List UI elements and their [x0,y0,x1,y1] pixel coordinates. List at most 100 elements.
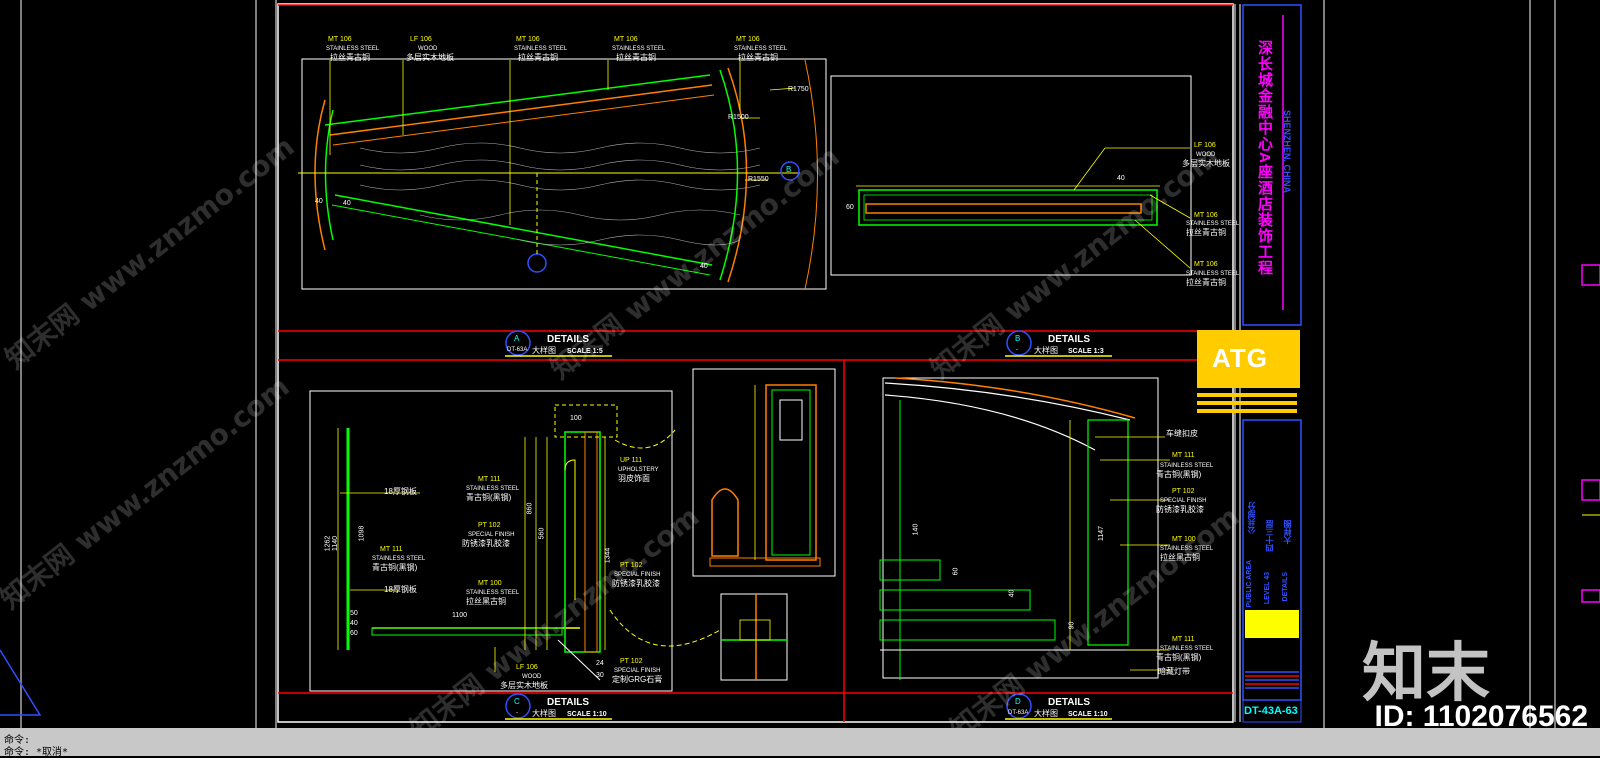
detail-b-drawing [830,75,1192,276]
tag-a1-en: STAINLESS STEEL [326,46,380,52]
detail-b-scale: SCALE 1:3 [1068,348,1104,355]
tag-b1-en: WOOD [1196,152,1216,158]
detail-c-title: DETAILS [547,697,590,708]
tag-d2-cn: 青古铜(黑钢) [1156,470,1202,479]
detail-a-scale: SCALE 1:5 [567,348,603,355]
tag-c2-cn: 防锈漆乳胶漆 [462,539,510,548]
tag-d6-cn: 暗藏灯带 [1158,667,1190,676]
tag-d4-en: STAINLESS STEEL [1160,546,1214,552]
tag-c3-en: STAINLESS STEEL [372,556,426,562]
dim-c-860: 860 [526,502,534,515]
tag-d5: MT 111 [1172,636,1195,643]
tag-c6: PT 102 [620,562,643,569]
tag-d2-en: STAINLESS STEEL [1160,463,1214,469]
tag-d3-en: SPECIAL FINISH [1160,498,1207,504]
tag-d2: MT 111 [1172,452,1195,459]
tag-a1-cn: 拉丝青古铜 [330,53,370,62]
tag-b3-en: STAINLESS STEEL [1186,271,1240,277]
tag-a2-cn: 多层实木地板 [406,53,454,62]
tag-c5-cn: 羽皮饰面 [618,474,650,483]
tag-b2: MT 106 [1194,212,1218,219]
detail-c-cn: 大样图 [532,709,556,718]
atg-logo: ATG [1212,343,1268,373]
dim-a-40a: 40 [315,198,323,205]
project-title-cn: 深长城金融中心A座酒店装饰工程 [1256,40,1273,276]
detail-d-sheet: DT-63A [1008,710,1029,716]
level-cn: 四十三层 [1265,520,1274,552]
detail-a-circle-letter: A [514,334,520,343]
level-en: LEVEL 43 [1264,572,1271,605]
note-c2: 18厚钢板 [384,585,417,594]
tag-b2-en: STAINLESS STEEL [1186,221,1240,227]
tag-a5-en: STAINLESS STEEL [734,46,788,52]
tag-d3-cn: 防锈漆乳胶漆 [1156,505,1204,514]
detail-a-cn: 大样图 [532,346,556,355]
tag-b1-cn: 多层实木地板 [1182,159,1230,168]
dim-c-100: 100 [570,415,582,422]
tag-a2-en: WOOD [418,46,438,52]
tag-c2: PT 102 [478,522,501,529]
dim-c-1344: 1344 [604,547,612,564]
dim-d-1147: 1147 [1098,525,1106,542]
tag-c1: MT 111 [478,476,501,483]
tag-a5: MT 106 [736,36,760,43]
dim-d-140: 140 [912,523,920,536]
detail-b-cn: 大样图 [1034,346,1058,355]
tag-d5-cn: 青古铜(黑钢) [1156,653,1202,662]
command-line[interactable]: 命令: 命令: *取消* [0,728,1600,758]
watermark-text: 知末网 www.znzmo.com [0,370,295,616]
area-cn: 公共部分 [1247,502,1256,534]
tag-c3: MT 111 [380,546,403,553]
tag-c3-cn: 青古铜(黑钢) [372,563,418,572]
tag-b2-cn: 拉丝青古铜 [1186,228,1226,237]
watermark-text: 知末网 www.znzmo.com [404,500,705,728]
tag-a2: LF 106 [410,36,432,43]
dim-c-560: 560 [538,527,546,540]
tag-c8-cn: 多层实木地板 [500,681,548,690]
tag-a4: MT 106 [614,36,638,43]
dim-r1500: R1500 [728,114,749,121]
type-en: DETAILS [1282,572,1289,602]
tag-c7-en: SPECIAL FINISH [614,668,661,674]
dim-r1550: R1550 [748,176,769,183]
dim-b-60: 60 [846,204,854,211]
detail-b-title: DETAILS [1048,334,1091,345]
detail-b-circle-letter: B [1015,334,1021,343]
tag-a4-cn: 拉丝青古铜 [616,53,656,62]
tag-a1: MT 106 [328,36,352,43]
detail-a-sheet: DT-63A [507,347,528,353]
detail-d-drawing [879,377,1170,680]
dim-d-60: 60 [952,567,960,576]
area-en: PUBLIC AREA [1246,560,1253,608]
detail-d-circle-letter: D [1015,697,1021,706]
tag-c8-en: WOOD [522,674,542,680]
tag-b3: MT 106 [1194,261,1218,268]
detail-c-circle-letter: C [514,697,520,706]
tag-c6-en: SPECIAL FINISH [614,572,661,578]
note-c1: 18厚钢板 [384,487,417,496]
tag-c5-en: UPHOLSTERY [618,467,659,473]
dim-c-1100: 1100 [452,612,468,619]
drawing-number: DT-43A-63 [1244,705,1298,717]
tag-c8: LF 106 [516,664,538,671]
detail-c-scale: SCALE 1:10 [567,711,607,718]
tag-d1-cn: 车缝扣皮 [1166,429,1198,438]
detail-a-title: DETAILS [547,334,590,345]
tag-a3-cn: 拉丝青古铜 [518,53,558,62]
cad-drawing-canvas[interactable]: 知末网 www.znzmo.com 知末网 www.znzmo.com 知末网 … [0,0,1600,728]
dim-a-40b: 40 [343,200,351,207]
diagonal-watermarks: 知末网 www.znzmo.com 知末网 www.znzmo.com 知末网 … [0,130,1245,728]
dim-c-60: 60 [350,630,358,637]
detail-a-drawing [298,58,827,290]
project-location-en: SHENZHEN, CHINA [1282,110,1292,194]
adjacent-sheet [1581,264,1600,603]
dim-c-1262: 1262 [324,535,332,552]
dim-c-24: 24 [596,660,604,667]
tag-c4-en: STAINLESS STEEL [466,590,520,596]
dim-c-40: 40 [350,620,358,627]
tag-c7: PT 102 [620,658,643,665]
tag-c1-cn: 青古铜(黑钢) [466,493,512,502]
tag-c7-cn: 定制GRG石膏 [612,675,663,684]
dim-c-50: 50 [350,610,358,617]
tag-a5-cn: 拉丝青古铜 [738,53,778,62]
